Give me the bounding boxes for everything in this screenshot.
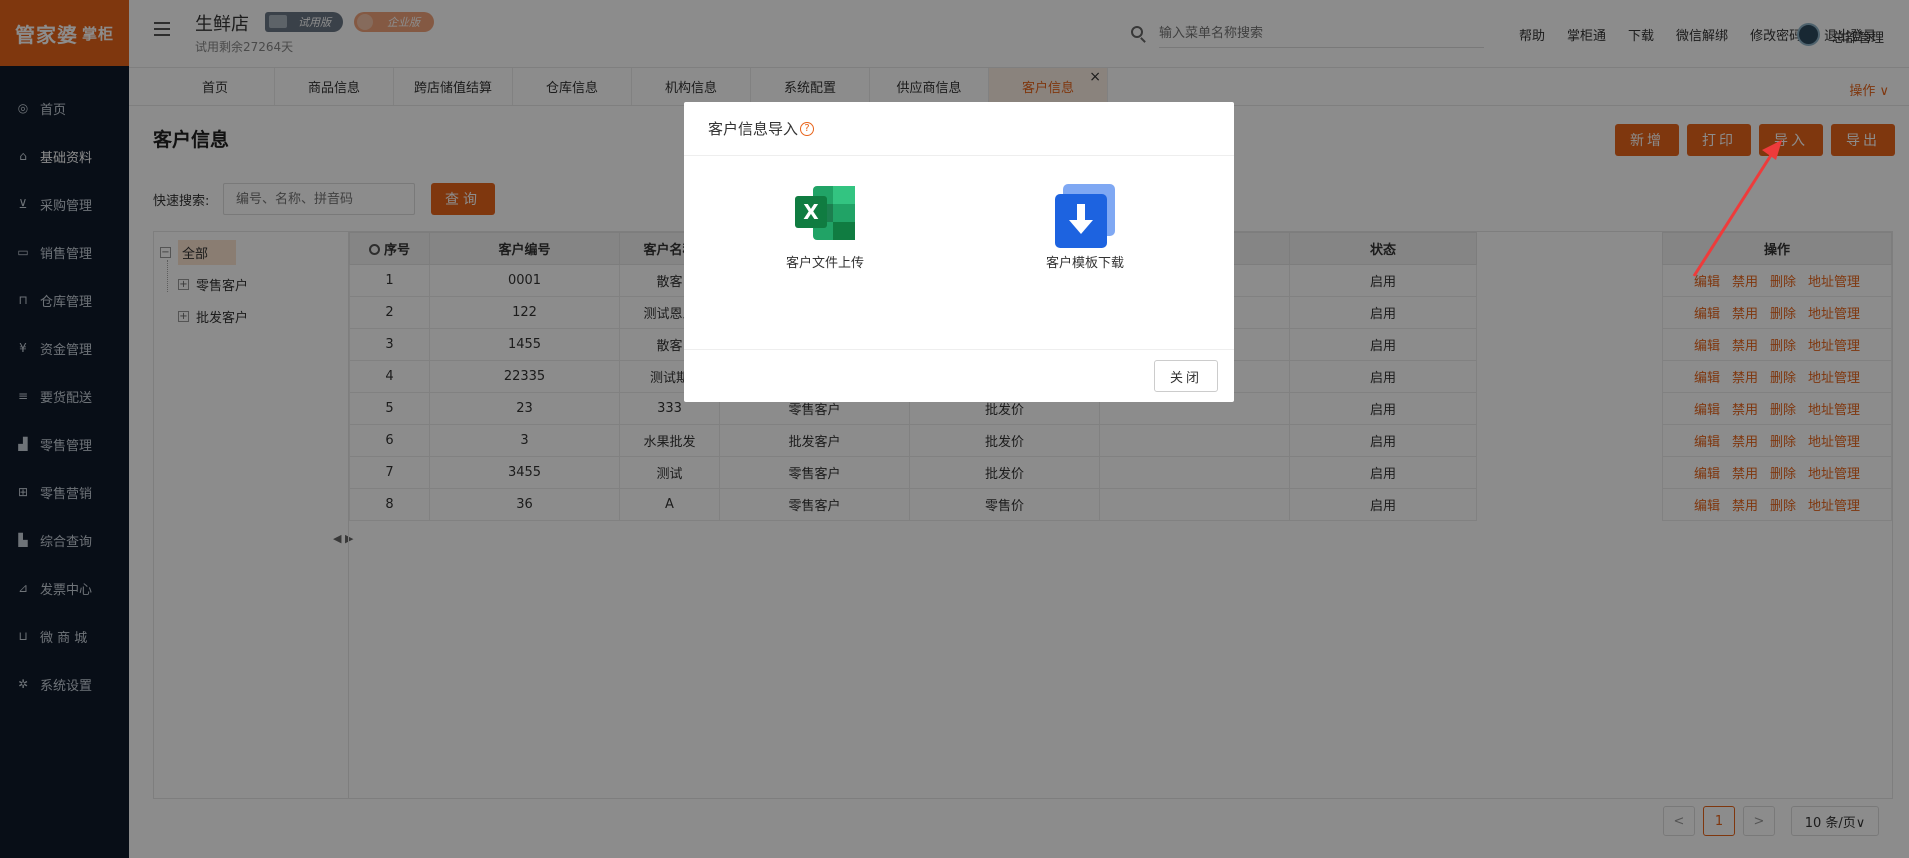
modal-header: 客户信息导入 ? — [684, 102, 1234, 156]
excel-icon: X — [795, 186, 855, 240]
import-modal: 客户信息导入 ? X 客户文件上传 客户模板下载 关闭 — [684, 102, 1234, 402]
download-label: 客户模板下载 — [1046, 256, 1125, 271]
svg-text:X: X — [803, 200, 819, 224]
download-customer-template[interactable]: 客户模板下载 — [1046, 184, 1124, 271]
modal-title: 客户信息导入 — [708, 120, 799, 138]
close-button[interactable]: 关闭 — [1154, 360, 1218, 392]
download-icon — [1055, 184, 1115, 248]
help-icon[interactable]: ? — [800, 121, 815, 136]
upload-customer-file[interactable]: X 客户文件上传 — [786, 184, 864, 271]
modal-footer: 关闭 — [684, 349, 1234, 402]
upload-label: 客户文件上传 — [786, 256, 865, 271]
